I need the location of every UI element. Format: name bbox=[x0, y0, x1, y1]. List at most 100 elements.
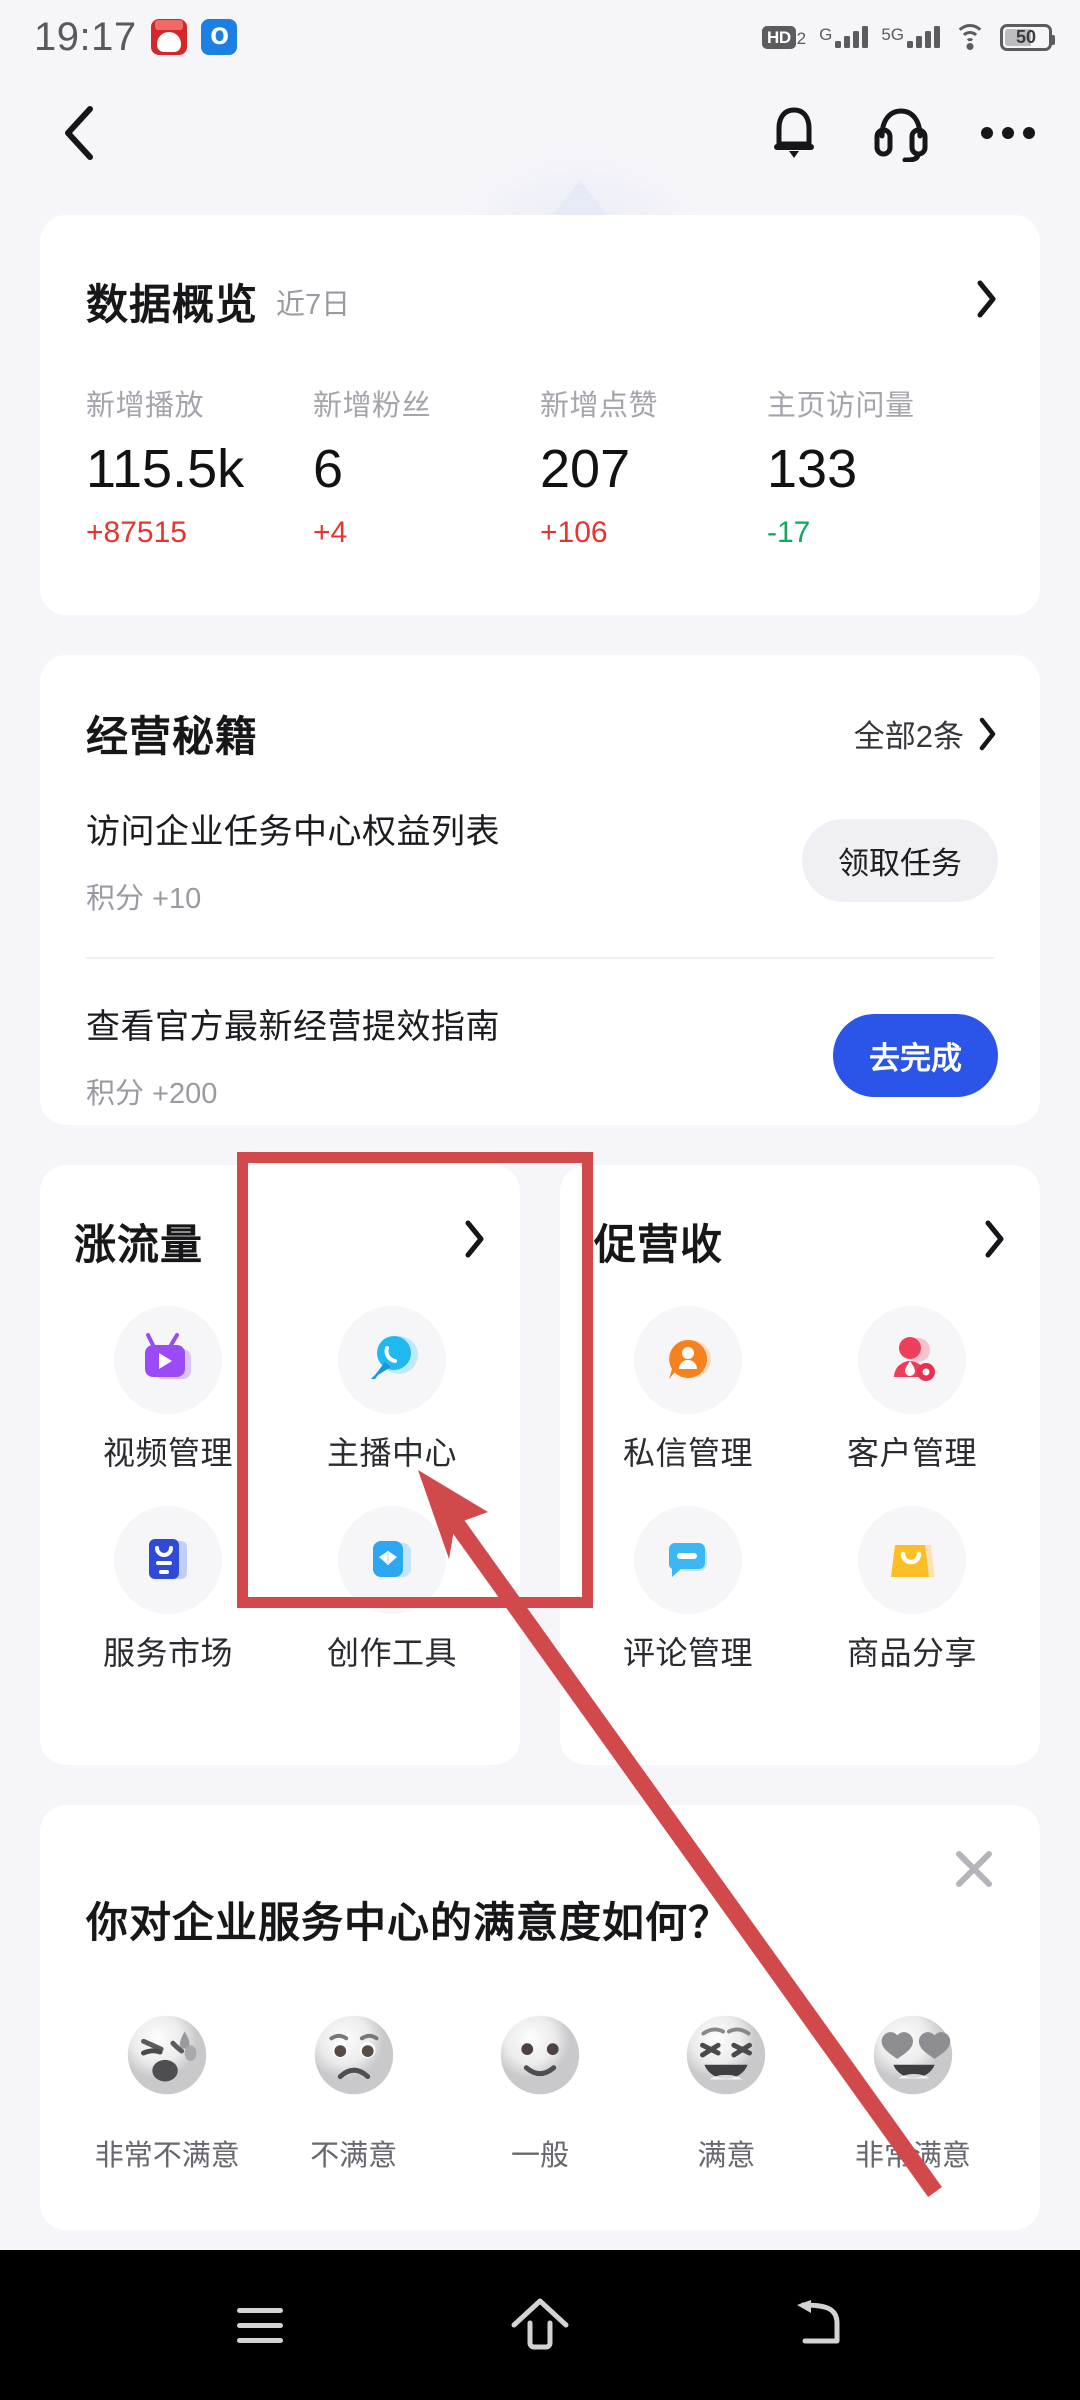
nav-actions bbox=[766, 104, 1036, 162]
app-nav-bar bbox=[0, 74, 1080, 192]
traffic-card-title: 涨流量 bbox=[74, 1221, 204, 1268]
tip-texts: 访问企业任务中心权益列表 积分 +10 bbox=[86, 804, 802, 917]
tip-name: 查看官方最新经营提效指南 bbox=[86, 1008, 500, 1046]
metric-item: 新增点赞 207 +106 bbox=[540, 382, 767, 550]
status-clock: 19:17 bbox=[34, 14, 137, 59]
survey-option-label: 非常不满意 bbox=[94, 2140, 240, 2172]
happy-face bbox=[687, 2015, 766, 2095]
feature-label: 商品分享 bbox=[846, 1635, 977, 1671]
metric-item: 主页访问量 133 -17 bbox=[767, 382, 994, 550]
menu-icon[interactable] bbox=[205, 2280, 315, 2370]
close-icon[interactable] bbox=[946, 1841, 1002, 1897]
survey-option-label: 非常满意 bbox=[854, 2140, 971, 2172]
feature-item-create-tool[interactable]: 创作工具 bbox=[280, 1506, 504, 1674]
bull-app-glyph: Օ bbox=[210, 24, 227, 49]
survey-options: 非常不满意 不满意 一般 满意 非常满意 bbox=[40, 1950, 1040, 2174]
survey-question: 你对企业服务中心的满意度如何？ bbox=[86, 1899, 732, 1946]
angry-face bbox=[128, 2015, 207, 2095]
tip-texts: 查看官方最新经营提效指南 积分 +200 bbox=[86, 999, 833, 1112]
home-icon[interactable] bbox=[485, 2280, 595, 2370]
tip-points: 积分 +10 bbox=[86, 883, 202, 915]
feature-label: 评论管理 bbox=[622, 1635, 753, 1671]
system-navigation-bar bbox=[0, 2250, 1080, 2400]
metric-value: 133 bbox=[767, 439, 858, 499]
feature-item-service-market[interactable]: 服务市场 bbox=[56, 1506, 280, 1674]
data-overview-period: 近7日 bbox=[276, 288, 351, 321]
feature-item-video-management[interactable]: 视频管理 bbox=[56, 1306, 280, 1474]
tv-play-icon bbox=[114, 1306, 222, 1414]
see-all-tips-link[interactable]: 全部2条 bbox=[854, 711, 998, 756]
bell-icon[interactable] bbox=[766, 104, 822, 162]
revenue-card-grid: 私信管理 客户管理 评论管理 商品分享 bbox=[560, 1272, 1040, 1674]
back-nav-icon[interactable] bbox=[765, 2280, 875, 2370]
revenue-card-title: 促营收 bbox=[594, 1221, 724, 1268]
survey-option-label: 一般 bbox=[511, 2140, 570, 2172]
metric-value: 6 bbox=[313, 439, 344, 499]
business-tips-card: 经营秘籍 全部2条 访问企业任务中心权益列表 积分 +10 领取任务 查看官方最… bbox=[40, 655, 1040, 1125]
battery-icon: 50 bbox=[1000, 23, 1055, 51]
metric-label: 主页访问量 bbox=[767, 390, 915, 422]
survey-option-label: 满意 bbox=[697, 2140, 756, 2172]
metric-label: 新增粉丝 bbox=[313, 390, 432, 422]
metric-value: 207 bbox=[540, 439, 631, 499]
chevron-right-icon bbox=[979, 717, 996, 750]
survey-option-satisfied[interactable]: 满意 bbox=[633, 2006, 819, 2174]
data-overview-header: 数据概览 近7日 bbox=[40, 215, 1040, 332]
bull-app-icon: Օ bbox=[200, 19, 237, 55]
revenue-growth-card: 促营收 私信管理 客户管理 评论管理 商品分享 bbox=[560, 1165, 1040, 1765]
survey-option-very-satisfied[interactable]: 非常满意 bbox=[820, 2006, 1006, 2174]
heart-eyes-face bbox=[873, 2015, 953, 2095]
wifi-icon bbox=[953, 24, 987, 50]
data-overview-metrics: 新增播放 115.5k +87515 新增粉丝 6 +4 新增点赞 207 +1… bbox=[40, 332, 1040, 550]
divider bbox=[86, 957, 994, 959]
feature-item-product-share[interactable]: 商品分享 bbox=[800, 1506, 1024, 1674]
service-bag-icon bbox=[114, 1506, 222, 1614]
headset-icon[interactable] bbox=[872, 104, 930, 162]
chevron-right-icon[interactable] bbox=[984, 1220, 1006, 1263]
shopping-bag-icon bbox=[858, 1506, 966, 1614]
tip-row: 访问企业任务中心权益列表 积分 +10 领取任务 bbox=[40, 804, 1040, 917]
sad-face bbox=[314, 2015, 393, 2095]
see-all-label: 全部2条 bbox=[853, 719, 964, 754]
message-user-icon bbox=[634, 1306, 742, 1414]
survey-option-very-dissatisfied[interactable]: 非常不满意 bbox=[74, 2006, 260, 2174]
feature-item-comment-management[interactable]: 评论管理 bbox=[576, 1506, 800, 1674]
volte-hd-icon: HD 2 bbox=[762, 25, 806, 49]
survey-option-neutral[interactable]: 一般 bbox=[447, 2006, 633, 2174]
chevron-right-icon[interactable] bbox=[976, 279, 998, 324]
claim-task-button[interactable]: 领取任务 bbox=[802, 819, 998, 902]
data-overview-title: 数据概览 bbox=[86, 281, 259, 328]
customer-gear-icon bbox=[858, 1306, 966, 1414]
feature-label: 视频管理 bbox=[102, 1435, 233, 1471]
live-mic-icon bbox=[338, 1306, 446, 1414]
chevron-right-icon[interactable] bbox=[464, 1220, 486, 1263]
metric-delta: +4 bbox=[313, 516, 348, 549]
feature-item-customer-management[interactable]: 客户管理 bbox=[800, 1306, 1024, 1474]
create-tool-icon bbox=[338, 1506, 446, 1614]
comment-icon bbox=[634, 1506, 742, 1614]
business-tips-title: 经营秘籍 bbox=[86, 713, 259, 760]
back-icon[interactable] bbox=[52, 106, 106, 160]
more-icon[interactable] bbox=[980, 123, 1036, 143]
satisfaction-survey-card: 你对企业服务中心的满意度如何？ 非常不满意 不满意 一般 满意 非常满意 bbox=[40, 1805, 1040, 2230]
feature-item-anchor-center[interactable]: 主播中心 bbox=[280, 1306, 504, 1474]
metric-delta: -17 bbox=[767, 516, 811, 549]
survey-option-dissatisfied[interactable]: 不满意 bbox=[260, 2006, 446, 2174]
metric-value: 115.5k bbox=[86, 439, 245, 499]
data-overview-card[interactable]: 数据概览 近7日 新增播放 115.5k +87515 新增粉丝 6 +4 新增… bbox=[40, 215, 1040, 615]
metric-delta: +87515 bbox=[86, 516, 187, 549]
feature-item-private-message[interactable]: 私信管理 bbox=[576, 1306, 800, 1474]
survey-option-label: 不满意 bbox=[310, 2140, 398, 2172]
metric-label: 新增播放 bbox=[86, 390, 205, 422]
feature-label: 主播中心 bbox=[326, 1435, 457, 1471]
feature-label: 客户管理 bbox=[846, 1435, 977, 1471]
revenue-card-header: 促营收 bbox=[560, 1165, 1040, 1272]
go-complete-button[interactable]: 去完成 bbox=[833, 1014, 998, 1097]
tip-points: 积分 +200 bbox=[86, 1078, 218, 1110]
metric-item: 新增播放 115.5k +87515 bbox=[86, 382, 313, 550]
sim2-signal-icon: 5G bbox=[881, 26, 940, 48]
panda-app-icon bbox=[150, 19, 187, 55]
tip-row: 查看官方最新经营提效指南 积分 +200 去完成 bbox=[40, 999, 1040, 1112]
metric-label: 新增点赞 bbox=[540, 390, 659, 422]
traffic-card-grid: 视频管理 主播中心 服务市场 创作工具 bbox=[40, 1272, 520, 1674]
